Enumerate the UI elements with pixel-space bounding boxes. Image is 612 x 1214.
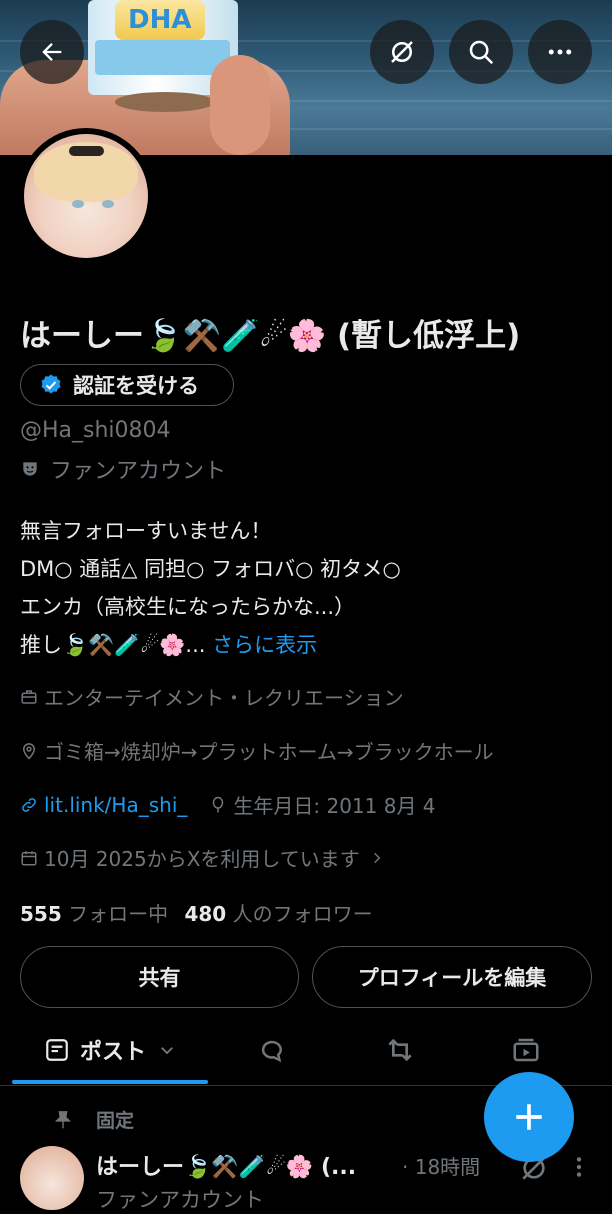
chevron-right-icon xyxy=(373,852,381,863)
profile-location: ゴミ箱→焼却炉→プラットホーム→ブラックホール xyxy=(20,736,494,765)
profile-handle: @Ha_shi0804 xyxy=(20,418,171,443)
share-label: 共有 xyxy=(138,966,181,990)
more-button[interactable] xyxy=(528,20,592,84)
calendar-icon xyxy=(21,850,37,865)
get-verified-button[interactable]: 認証を受ける xyxy=(20,364,234,406)
profile-name: はーしー🍃⚒️🧪☄🌸 (暫し低浮上) xyxy=(20,318,521,354)
website-link[interactable]: lit.link/Ha_shi_ xyxy=(44,793,187,817)
compose-button[interactable] xyxy=(484,1072,574,1162)
follow-stats: 555 フォロー中 480 人のフォロワー xyxy=(20,898,373,927)
banner-can-label xyxy=(95,40,230,75)
birthday-label: 生年月日: 2011 8月 4 xyxy=(233,794,436,818)
profile-link-birthday-row: lit.link/Ha_shi_ 生年月日: 2011 8月 4 xyxy=(20,790,436,819)
bio-line: DM○ 通話△ 同担○ フォロバ○ 初タメ○ xyxy=(20,557,401,581)
profile-category: エンターテイメント・レクリエーション xyxy=(20,682,404,711)
grok-icon xyxy=(391,41,413,63)
show-more-link[interactable]: さらに表示 xyxy=(205,633,317,657)
joined-label: 10月 2025からXを利用しています xyxy=(44,847,360,871)
pin-icon xyxy=(54,1110,72,1128)
post-more-icon[interactable] xyxy=(570,1154,588,1180)
post-timestamp[interactable]: · 18時間 xyxy=(402,1151,480,1180)
posts-icon xyxy=(46,1039,68,1061)
avatar-eye xyxy=(102,200,114,208)
media-icon xyxy=(513,1038,539,1062)
avatar-hairband xyxy=(69,146,104,156)
post-avatar[interactable] xyxy=(20,1146,84,1210)
account-type: ファンアカウント xyxy=(20,453,226,485)
tab-media[interactable] xyxy=(476,1020,576,1080)
following-count: 555 xyxy=(20,902,62,926)
bio-line: 無言フォローすいません！ xyxy=(20,519,272,543)
banner-can-lid xyxy=(115,92,215,112)
post-author-name[interactable]: はーしー🍃⚒️🧪☄🌸 (... xyxy=(96,1149,356,1181)
reply-icon xyxy=(261,1040,282,1063)
repost-icon xyxy=(388,1038,412,1062)
get-verified-label: 認証を受ける xyxy=(73,374,199,398)
post-account-type: ファンアカウント xyxy=(96,1188,264,1212)
active-tab-indicator xyxy=(12,1080,208,1084)
profile-bio: 無言フォローすいません！ DM○ 通話△ 同担○ フォロバ○ 初タメ○ エンカ（… xyxy=(20,512,401,664)
followers-stat[interactable]: 480 人のフォロワー xyxy=(184,902,372,926)
edit-profile-label: プロフィールを編集 xyxy=(357,966,547,990)
avatar[interactable] xyxy=(24,134,148,258)
bio-line: エンカ（高校生になったらかな...） xyxy=(20,595,356,619)
location-label: ゴミ箱→焼却炉→プラットホーム→ブラックホール xyxy=(44,740,494,764)
pinned-indicator: 固定 xyxy=(52,1106,134,1133)
location-pin-icon xyxy=(22,742,36,760)
theater-masks-icon xyxy=(23,462,37,476)
back-arrow-icon xyxy=(42,43,62,61)
tab-posts[interactable]: ポスト xyxy=(12,1020,208,1080)
pinned-label: 固定 xyxy=(96,1110,135,1132)
balloon-icon xyxy=(213,796,224,812)
grok-button[interactable] xyxy=(370,20,434,84)
tab-posts-label: ポスト xyxy=(79,1040,146,1065)
followers-count: 480 xyxy=(184,902,227,926)
avatar-eye xyxy=(72,200,84,208)
tab-reposts[interactable] xyxy=(350,1020,450,1080)
account-type-label: ファンアカウント xyxy=(50,459,227,484)
profile-joined[interactable]: 10月 2025からXを利用しています xyxy=(20,843,384,872)
share-button[interactable]: 共有 xyxy=(20,946,299,1008)
following-label: フォロー中 xyxy=(61,902,169,926)
briefcase-icon xyxy=(21,689,37,704)
chevron-down-icon xyxy=(161,1047,173,1055)
edit-profile-button[interactable]: プロフィールを編集 xyxy=(312,946,592,1008)
plus-icon xyxy=(516,1104,542,1130)
banner-can-text: DHA xyxy=(128,5,192,35)
more-icon xyxy=(548,49,572,55)
bio-line-last: 推し🍃⚒️🧪☄🌸... さらに表示 xyxy=(20,626,401,664)
back-button[interactable] xyxy=(20,20,84,84)
verified-badge-icon xyxy=(41,374,61,394)
followers-label: 人のフォロワー xyxy=(226,902,373,926)
link-icon xyxy=(22,797,36,812)
following-stat[interactable]: 555 フォロー中 xyxy=(20,902,168,926)
tab-replies[interactable] xyxy=(222,1020,322,1080)
category-label: エンターテイメント・レクリエーション xyxy=(44,686,404,710)
search-button[interactable] xyxy=(449,20,513,84)
bio-line: 推し🍃⚒️🧪☄🌸... xyxy=(20,633,206,657)
banner-thumb xyxy=(210,55,270,155)
search-icon xyxy=(469,40,494,65)
